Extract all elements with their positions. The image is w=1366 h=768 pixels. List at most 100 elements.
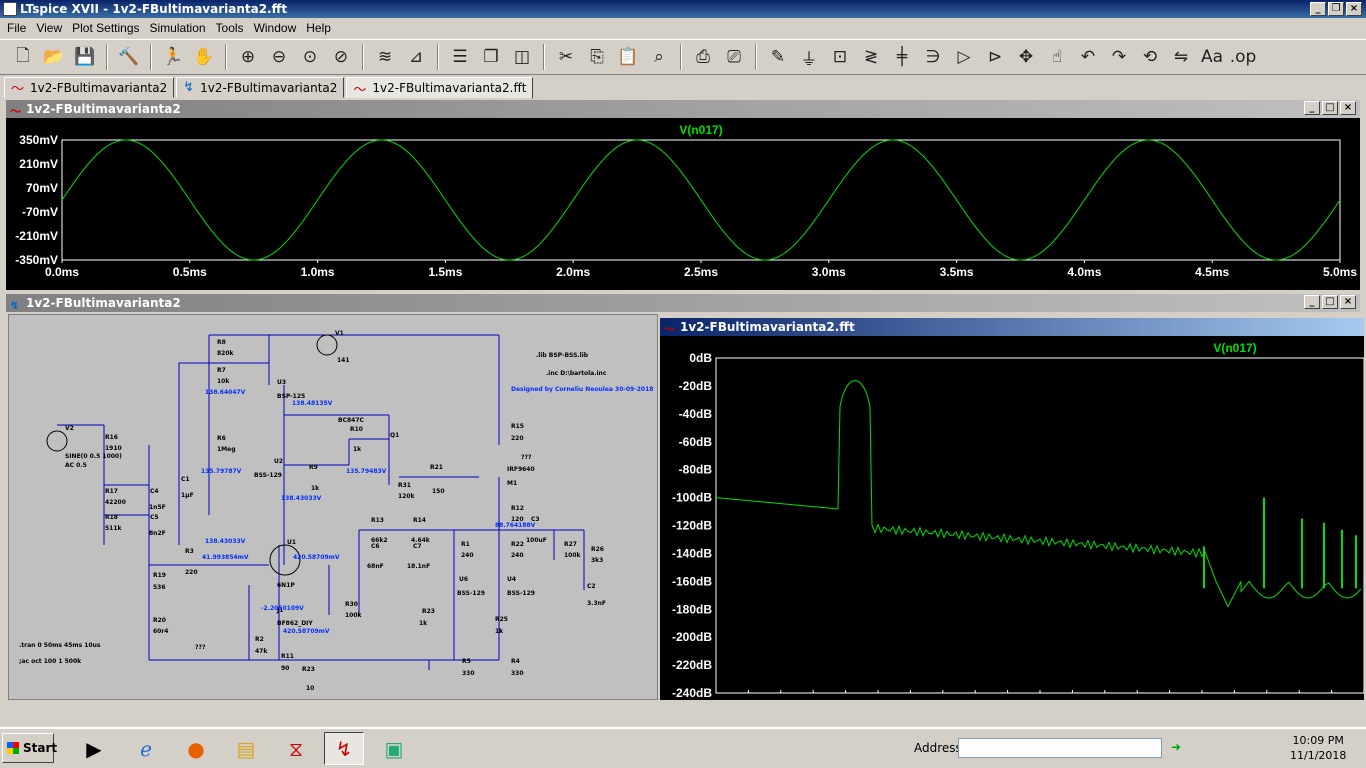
wire-icon[interactable]: ✎ (765, 44, 791, 70)
go-icon[interactable]: ➜ (1166, 737, 1186, 757)
tile-vertical-icon[interactable]: ◫ (509, 44, 535, 70)
zoom-cancel-icon[interactable]: ⊘ (328, 44, 354, 70)
autorange-icon[interactable]: ≋ (372, 44, 398, 70)
schematic-canvas[interactable]: R8 820k R7 10k U3 BSP-125 V1 141 R6 1Meg U2 BSS-129… (8, 314, 658, 700)
schematic-label: R22 (511, 541, 524, 548)
schematic-label: SINE(0 0.5 1000) (65, 453, 122, 460)
y-tick-label: 0dB (689, 351, 712, 365)
redo-icon[interactable]: ↷ (1106, 44, 1132, 70)
panel-close-button[interactable]: × (1340, 101, 1356, 115)
file-explorer-icon[interactable]: ▤ (226, 732, 266, 765)
schematic-label: 330 (462, 670, 475, 677)
media-player-icon[interactable]: ▶ (74, 732, 114, 765)
voltage-source-symbol (316, 334, 338, 356)
measure-icon[interactable]: ⊿ (403, 44, 429, 70)
schematic-label: R21 (430, 464, 443, 471)
schematic-label: R10 (350, 426, 363, 433)
menu-simulation[interactable]: Simulation (145, 21, 211, 35)
new-schematic-icon[interactable]: 🗋 (10, 44, 36, 70)
system-clock[interactable]: 10:09 PM 11/1/2018 (1290, 733, 1346, 763)
tab-schematic[interactable]: ↯ 1v2-FBultimavarianta2 (176, 77, 345, 98)
resistor-icon[interactable]: ≷ (858, 44, 884, 70)
menu-file[interactable]: File (2, 21, 31, 35)
waveform-plot[interactable]: V(n017) 350mV 210mV 70mV -70mV -210mV -350mV 0.… (6, 118, 1360, 290)
schematic-label: 330 (511, 670, 524, 677)
halt-icon[interactable]: ✋ (191, 44, 217, 70)
node-voltage-label: 88.764188V (495, 522, 536, 529)
menu-help[interactable]: Help (301, 21, 336, 35)
zoom-full-icon[interactable]: ⊙ (297, 44, 323, 70)
tile-horizontal-icon[interactable]: ☰ (447, 44, 473, 70)
panel-maximize-button[interactable]: □ (1322, 101, 1338, 115)
schematic-label: ??? (195, 644, 206, 651)
firefox-icon[interactable]: ● (176, 732, 216, 765)
capacitor-icon[interactable]: ╪ (889, 44, 915, 70)
acrobat-icon[interactable]: ⧖ (276, 732, 316, 765)
menu-bar: File View Plot Settings Simulation Tools Wind… (0, 18, 1366, 38)
x-tick-label: 0.0ms (45, 265, 79, 279)
waveform-icon: 〜 (11, 82, 25, 97)
cascade-icon[interactable]: ❐ (478, 44, 504, 70)
print-icon[interactable]: ⎙ (690, 44, 716, 70)
undo-icon[interactable]: ↶ (1075, 44, 1101, 70)
schematic-label: C5 (150, 514, 159, 521)
panel-minimize-button[interactable]: _ (1304, 101, 1320, 115)
address-input[interactable] (958, 738, 1162, 758)
fft-plot[interactable]: V(n017) 0dB -20dB -40dB -60dB -80dB -100dB -120… (660, 336, 1365, 700)
tab-fft[interactable]: 〜 1v2-FBultimavarianta2.fft (346, 77, 534, 99)
inductor-icon[interactable]: ∋ (920, 44, 946, 70)
schematic-label: 90 (281, 665, 290, 672)
print-setup-icon[interactable]: ⎚ (721, 44, 747, 70)
mirror-icon[interactable]: ⇋ (1168, 44, 1194, 70)
y-tick-label: -180dB (672, 602, 712, 616)
ltspice-icon[interactable]: ↯ (324, 732, 364, 765)
run-icon[interactable]: 🏃 (160, 44, 186, 70)
schematic-label: 536 (153, 584, 166, 591)
minimize-button[interactable]: _ (1310, 2, 1326, 16)
schematic-label: 100k (564, 552, 581, 559)
drag-icon[interactable]: ☝ (1044, 44, 1070, 70)
x-tick-label: 3.5ms (940, 265, 974, 279)
zoom-out-icon[interactable]: ⊖ (266, 44, 292, 70)
schematic-label: R31 (398, 482, 411, 489)
restore-button[interactable]: ❐ (1328, 2, 1344, 16)
internet-explorer-icon[interactable]: ℯ (126, 732, 166, 765)
schematic-label: 220 (511, 435, 524, 442)
panel-minimize-button[interactable]: _ (1304, 295, 1320, 309)
tab-waveform[interactable]: 〜 1v2-FBultimavarianta2 (4, 77, 175, 98)
menu-view[interactable]: View (31, 21, 67, 35)
x-tick-label: 2.0ms (556, 265, 590, 279)
find-icon[interactable]: ⌕ (646, 44, 672, 70)
zoom-in-icon[interactable]: ⊕ (235, 44, 261, 70)
copy-icon[interactable]: ⎘ (584, 44, 610, 70)
schematic-label: BSS-129 (457, 590, 485, 597)
y-tick-label: -210mV (15, 229, 58, 243)
close-button[interactable]: × (1346, 2, 1362, 16)
display-icon[interactable]: ▣ (374, 732, 414, 765)
schematic-label: R17 (105, 488, 118, 495)
panel-maximize-button[interactable]: □ (1322, 295, 1338, 309)
rotate-icon[interactable]: ⟲ (1137, 44, 1163, 70)
y-tick-label: 210mV (19, 157, 58, 171)
label-icon[interactable]: ⊡ (827, 44, 853, 70)
paste-icon[interactable]: 📋 (615, 44, 641, 70)
menu-tools[interactable]: Tools (211, 21, 249, 35)
move-icon[interactable]: ✥ (1013, 44, 1039, 70)
panel-close-button[interactable]: × (1340, 295, 1356, 309)
windows-logo-icon (7, 742, 19, 754)
component-icon[interactable]: ⊳ (982, 44, 1008, 70)
control-panel-icon[interactable]: 🔨 (116, 44, 142, 70)
menu-window[interactable]: Window (249, 21, 302, 35)
spice-directive-icon[interactable]: .op (1230, 44, 1257, 70)
schematic-label: Q1 (390, 432, 400, 439)
schematic-label: 68nF (367, 563, 384, 570)
start-button[interactable]: Start (2, 733, 57, 763)
cut-icon[interactable]: ✂ (553, 44, 579, 70)
save-icon[interactable]: 💾 (72, 44, 98, 70)
diode-icon[interactable]: ▷ (951, 44, 977, 70)
menu-plot-settings[interactable]: Plot Settings (67, 21, 144, 35)
ground-icon[interactable]: ⏚ (796, 44, 822, 70)
text-icon[interactable]: Aa (1199, 44, 1225, 70)
schematic-label: 1µF (181, 492, 194, 499)
open-icon[interactable]: 📂 (41, 44, 67, 70)
